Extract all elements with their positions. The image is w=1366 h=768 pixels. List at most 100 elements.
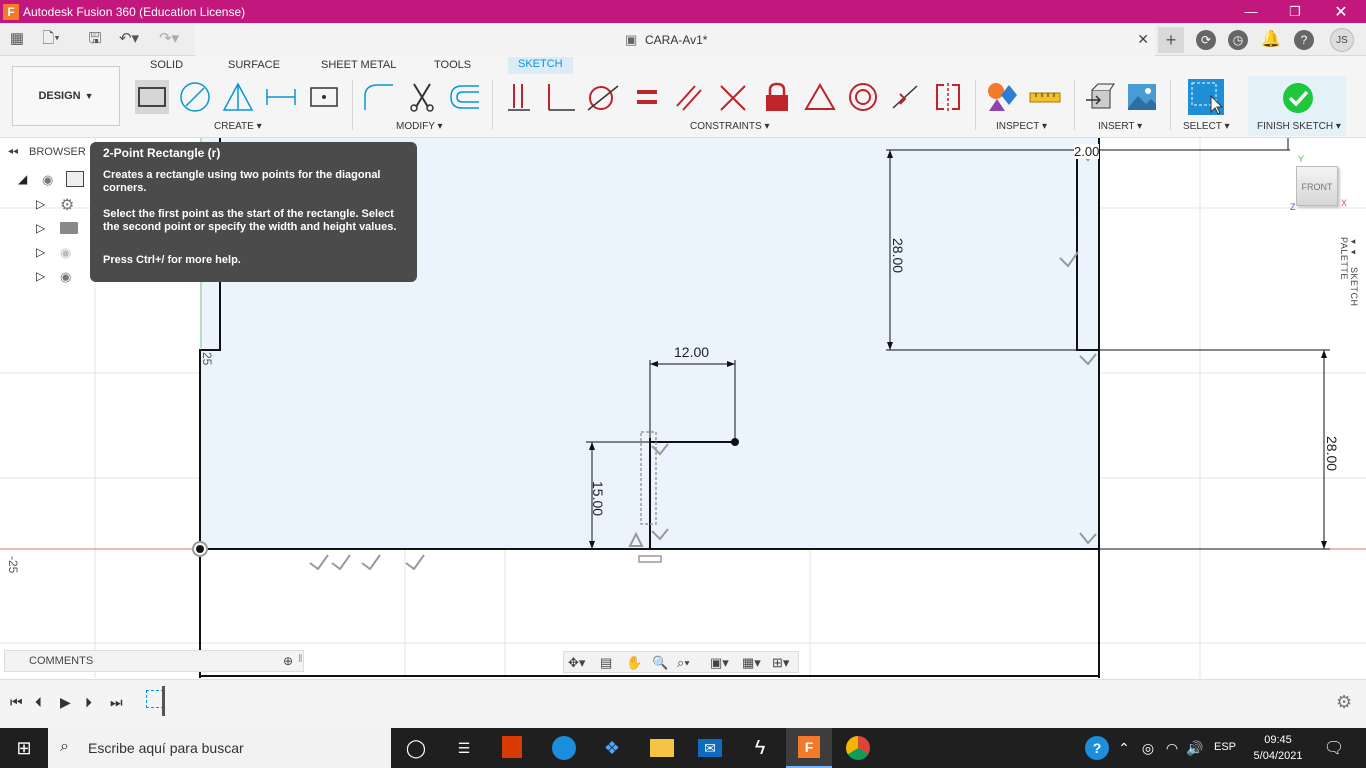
finish-checkmark-icon[interactable] <box>1282 82 1314 114</box>
rectangle-tool[interactable] <box>135 80 169 114</box>
task-view-icon[interactable]: ☰ <box>452 736 476 760</box>
step-forward-icon[interactable]: ⏵ <box>85 694 92 711</box>
chrome-icon[interactable] <box>846 736 870 760</box>
visibility-eye-icon[interactable]: ◉ <box>42 172 53 188</box>
coincident-constraint-icon[interactable] <box>502 80 536 114</box>
go-to-end-icon[interactable]: ⏭ <box>110 694 123 711</box>
look-at-icon[interactable]: ▤ <box>600 655 612 671</box>
pan-hand-icon[interactable]: ✋ <box>626 655 642 671</box>
insert-derive-icon[interactable] <box>1083 80 1117 114</box>
lightning-app-icon[interactable]: ϟ <box>748 736 772 760</box>
collapse-browser-icon[interactable]: ◂◂ <box>8 146 18 157</box>
modify-group-label[interactable]: MODIFY ▾ <box>396 121 443 132</box>
chevron-up-icon[interactable]: ⌃ <box>1112 736 1136 760</box>
app-grid-icon[interactable]: ▦ <box>6 29 28 49</box>
wifi-icon[interactable]: ◠ <box>1160 736 1184 760</box>
zoom-icon[interactable]: 🔍 <box>652 655 668 671</box>
tab-solid[interactable]: SOLID <box>150 59 183 71</box>
concentric-constraint-icon[interactable] <box>846 80 880 114</box>
select-group-label[interactable]: SELECT ▾ <box>1183 121 1230 132</box>
save-icon[interactable]: 🖫 <box>84 29 106 49</box>
notification-center-icon[interactable]: 🗨 <box>1322 736 1346 760</box>
play-icon[interactable]: ▶ <box>60 694 71 711</box>
fix-constraint-lock-icon[interactable] <box>760 80 794 114</box>
file-explorer-icon[interactable] <box>650 739 674 757</box>
document-tab[interactable]: ▣ CARA-Av1* ✕ <box>195 23 1155 56</box>
expand-triangle-icon[interactable]: ▷ <box>36 269 45 283</box>
tab-sketch[interactable]: SKETCH <box>508 57 573 74</box>
sketch-palette-expand-icon[interactable]: ◂◂ <box>1349 237 1359 258</box>
sketch-palette-tab[interactable]: ◂◂ SKETCH PALETTE <box>1339 237 1359 347</box>
dimension-12[interactable]: 12.00 <box>674 344 709 360</box>
constraints-group-label[interactable]: CONSTRAINTS ▾ <box>690 121 769 132</box>
tab-tools[interactable]: TOOLS <box>434 59 471 71</box>
cortana-icon[interactable]: ◯ <box>404 736 428 760</box>
help-circle-icon[interactable]: ? <box>1085 736 1109 760</box>
visibility-eye-icon[interactable]: ◉ <box>60 269 71 285</box>
measure-icon[interactable] <box>1028 80 1062 114</box>
offset-tool[interactable] <box>448 80 482 114</box>
taskbar-clock[interactable]: 09:45 5/04/2021 <box>1248 732 1308 764</box>
redo-icon[interactable]: ↷▾ <box>158 29 180 49</box>
zoom-window-icon[interactable]: ⌕▾ <box>677 655 690 671</box>
expand-triangle-icon[interactable]: ▷ <box>36 221 45 235</box>
view-cube[interactable]: FRONT <box>1296 166 1338 206</box>
grid-settings-icon[interactable]: ▦▾ <box>742 655 761 671</box>
edge-browser-icon[interactable] <box>552 736 576 760</box>
line-tool[interactable] <box>264 80 298 114</box>
volume-icon[interactable]: 🔊 <box>1183 736 1207 760</box>
tab-sheet-metal[interactable]: SHEET METAL <box>321 59 396 71</box>
symmetry-constraint-icon[interactable] <box>931 80 965 114</box>
close-window-button[interactable]: ✕ <box>1318 0 1364 23</box>
job-status-icon[interactable]: ◷ <box>1228 30 1248 50</box>
close-tab-icon[interactable]: ✕ <box>1137 31 1149 48</box>
expand-triangle-icon[interactable]: ▷ <box>36 245 45 259</box>
point-tool[interactable] <box>307 80 341 114</box>
triangle-constraint-icon[interactable] <box>803 80 837 114</box>
dimension-28-left[interactable]: 28.00 <box>864 238 906 273</box>
timeline-settings-gear-icon[interactable]: ⚙ <box>1336 692 1352 713</box>
equal-constraint-icon[interactable] <box>630 80 664 114</box>
circle-tool[interactable] <box>178 80 212 114</box>
minimize-button[interactable]: — <box>1228 0 1274 23</box>
viewports-icon[interactable]: ⊞▾ <box>772 655 789 671</box>
comments-panel[interactable]: COMMENTS ⊕ ‖ <box>4 650 304 672</box>
expand-triangle-icon[interactable]: ▷ <box>36 197 45 211</box>
step-back-icon[interactable]: ⏴ <box>35 694 42 711</box>
parallel-constraint-icon[interactable] <box>672 80 706 114</box>
finish-sketch-label[interactable]: FINISH SKETCH ▾ <box>1257 121 1341 132</box>
select-tool[interactable] <box>1187 78 1225 116</box>
extensions-icon[interactable]: ⟳ <box>1196 30 1216 50</box>
hidden-eye-icon[interactable]: ◉ <box>60 245 71 261</box>
fusion-taskbar-icon[interactable]: F <box>786 728 832 768</box>
inspect-shapes-icon[interactable] <box>985 80 1019 114</box>
help-icon[interactable]: ? <box>1294 30 1314 50</box>
collapse-triangle-icon[interactable]: ◢ <box>18 172 27 186</box>
midpoint-constraint-icon[interactable] <box>888 80 922 114</box>
taskbar-search[interactable]: ⌕ Escribe aquí para buscar <box>48 728 391 768</box>
mail-icon[interactable]: ✉ <box>698 739 722 757</box>
workspace-switcher[interactable]: DESIGN ▼ <box>12 66 120 126</box>
dimension-28-right[interactable]: 28.00 <box>1298 436 1340 471</box>
undo-icon[interactable]: ↶▾ <box>118 29 140 49</box>
insert-group-label[interactable]: INSERT ▾ <box>1098 121 1142 132</box>
go-to-start-icon[interactable]: ⏮ <box>10 694 23 711</box>
polygon-tool[interactable] <box>221 80 255 114</box>
meet-now-icon[interactable]: ◎ <box>1136 736 1160 760</box>
create-group-label[interactable]: CREATE ▾ <box>214 121 262 132</box>
orbit-icon[interactable]: ✥▾ <box>568 655 585 671</box>
restore-button[interactable]: ❐ <box>1272 0 1318 23</box>
fillet-tool[interactable] <box>362 80 396 114</box>
windows-start-icon[interactable]: ⊞ <box>12 736 36 760</box>
tab-surface[interactable]: SURFACE <box>228 59 280 71</box>
dropbox-icon[interactable]: ❖ <box>600 736 624 760</box>
perpendicular-constraint-icon[interactable] <box>544 80 578 114</box>
panel-splitter[interactable]: ‖ <box>298 653 303 665</box>
add-comment-icon[interactable]: ⊕ <box>283 654 293 668</box>
language-indicator[interactable]: ESP <box>1214 741 1236 753</box>
office-icon[interactable] <box>502 736 522 758</box>
file-menu-icon[interactable]: 🗋▾ <box>40 29 62 49</box>
new-tab-button[interactable]: + <box>1158 27 1184 53</box>
display-settings-icon[interactable]: ▣▾ <box>710 655 729 671</box>
trim-tool[interactable] <box>405 80 439 114</box>
